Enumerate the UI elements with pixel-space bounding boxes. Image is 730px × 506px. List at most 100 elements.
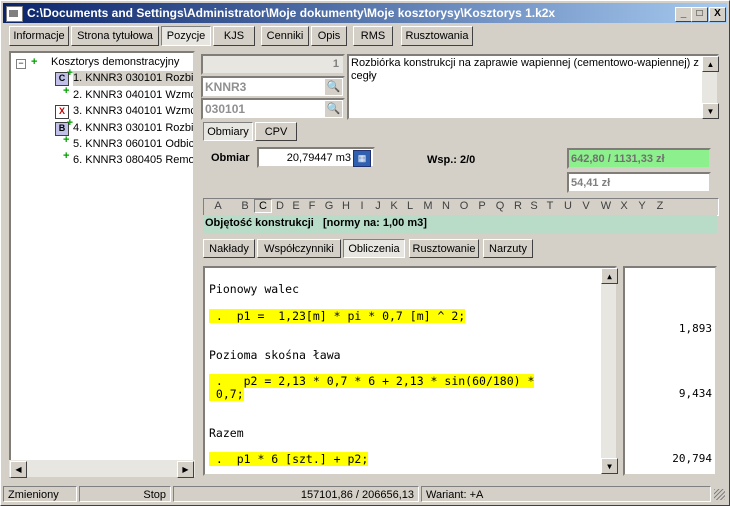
letter-bar: A B C D E F G H I J K L M N O P Q R S T …: [203, 198, 719, 216]
letter-n[interactable]: N: [438, 200, 454, 212]
calc-expression: 0,7;: [209, 387, 244, 401]
collapse-icon[interactable]: −: [16, 59, 26, 69]
letter-x[interactable]: X: [616, 200, 632, 212]
description-scrollbar[interactable]: ▲ ▼: [702, 56, 719, 119]
tab-obmiary[interactable]: Obmiary: [203, 122, 253, 141]
description-field[interactable]: Rozbiórka konstrukcji na zaprawie wapien…: [347, 54, 719, 120]
status-totals: 157101,86 / 206656,13: [173, 486, 419, 502]
minimize-button[interactable]: _: [675, 7, 692, 22]
tree-item-label: 3. KNNR3 040101 Wzmc: [73, 105, 195, 117]
tree-item-label: 4. KNNR3 030101 Rozbió: [73, 122, 195, 134]
tab-cpv[interactable]: CPV: [255, 122, 297, 141]
letter-u[interactable]: U: [560, 200, 576, 212]
calculator-icon[interactable]: ▦: [353, 150, 371, 167]
positions-tree[interactable]: − + Kosztorys demonstracyjny C + 1. KNNR3…: [9, 51, 195, 478]
maximize-button[interactable]: □: [691, 7, 708, 22]
result-value: 20,794: [672, 452, 712, 465]
resize-grip-icon[interactable]: [714, 489, 725, 500]
price-unit-field: 54,41 zł: [567, 172, 711, 193]
tree-horizontal-scrollbar[interactable]: ◀ ▶: [9, 460, 195, 478]
app-icon: [6, 6, 23, 22]
status-action: Stop: [79, 486, 171, 502]
letter-z[interactable]: Z: [652, 200, 668, 212]
letter-r[interactable]: R: [510, 200, 526, 212]
calc-scrollbar[interactable]: ▲ ▼: [601, 268, 618, 474]
tab-informacje[interactable]: Informacje: [9, 26, 69, 46]
letter-g[interactable]: G: [321, 200, 337, 212]
tab-kjs[interactable]: KJS: [213, 26, 255, 46]
code-field[interactable]: 030101 🔍: [201, 98, 345, 120]
tree-item-label: 6. KNNR3 080405 Remo: [73, 154, 195, 166]
letter-e[interactable]: E: [288, 200, 304, 212]
scroll-up-icon[interactable]: ▲: [601, 268, 618, 284]
status-bar: Zmieniony Stop 157101,86 / 206656,13 War…: [3, 486, 727, 503]
letter-q[interactable]: Q: [492, 200, 508, 212]
scroll-down-icon[interactable]: ▼: [601, 458, 618, 474]
letter-k[interactable]: K: [386, 200, 402, 212]
letter-j[interactable]: J: [370, 200, 386, 212]
tree-item-label: 2. KNNR3 040101 Wzmc: [73, 89, 195, 101]
tab-strona-tytulowa[interactable]: Strona tytułowa: [71, 26, 159, 46]
window-title: C:\Documents and Settings\Administrator\…: [27, 6, 556, 20]
close-button[interactable]: X: [709, 7, 726, 22]
scroll-up-icon[interactable]: ▲: [702, 56, 719, 72]
calc-heading: Pozioma skośna ława: [209, 348, 341, 362]
tree-item-label: 1. KNNR3 030101 Rozbió: [73, 71, 193, 86]
tab-rusztowanie[interactable]: Rusztowanie: [409, 239, 479, 258]
position-number-field: 1: [201, 54, 345, 75]
tab-narzuty[interactable]: Narzuty: [483, 239, 533, 258]
tab-rusztowania[interactable]: Rusztowania: [401, 26, 473, 46]
letter-m[interactable]: M: [420, 200, 436, 212]
tab-wspolczynniki[interactable]: Współczynniki: [257, 239, 341, 258]
letter-o[interactable]: O: [456, 200, 472, 212]
letter-i[interactable]: I: [354, 200, 370, 212]
letter-s[interactable]: S: [526, 200, 542, 212]
scroll-right-icon[interactable]: ▶: [177, 461, 194, 478]
tab-cenniki[interactable]: Cenniki: [261, 26, 309, 46]
scroll-left-icon[interactable]: ◀: [10, 461, 27, 478]
letter-b[interactable]: B: [237, 200, 253, 212]
price-total-field: 642,80 / 1131,33 zł: [567, 148, 711, 169]
calc-expression: . p1 = 1,23[m] * pi * 0,7 [m] ^ 2;: [209, 309, 466, 323]
letter-v[interactable]: V: [578, 200, 594, 212]
calc-expression: . p1 * 6 [szt.] + p2;: [209, 452, 369, 466]
calc-expression: . p2 = 2,13 * 0,7 * 6 + 2,13 * sin(60/18…: [209, 374, 535, 388]
tab-rms[interactable]: RMS: [353, 26, 393, 46]
calculation-editor[interactable]: Pionowy walec . p1 = 1,23[m] * pi * 0,7 …: [203, 266, 618, 476]
letter-h[interactable]: H: [338, 200, 354, 212]
scroll-down-icon[interactable]: ▼: [702, 103, 719, 119]
wsp-label: Wsp.: 2/0: [427, 154, 476, 166]
tab-naklady[interactable]: Nakłady: [203, 239, 255, 258]
obmiar-label: Obmiar: [211, 152, 250, 164]
add-icon: +: [63, 150, 70, 162]
add-icon: +: [63, 85, 70, 97]
letter-c[interactable]: C: [254, 199, 272, 213]
letter-d[interactable]: D: [272, 200, 288, 212]
letter-t[interactable]: T: [542, 200, 558, 212]
calc-heading: Pionowy walec: [209, 282, 300, 296]
add-icon: +: [63, 134, 70, 146]
letter-w[interactable]: W: [598, 200, 614, 212]
status-state: Zmieniony: [3, 486, 77, 502]
catalog-field[interactable]: KNNR3 🔍: [201, 76, 345, 98]
result-value: 1,893: [678, 322, 712, 335]
letter-y[interactable]: Y: [634, 200, 650, 212]
letter-p[interactable]: P: [474, 200, 490, 212]
title-bar: C:\Documents and Settings\Administrator\…: [3, 3, 727, 23]
tab-obliczenia[interactable]: Obliczenia: [343, 239, 405, 258]
tree-item-label: 5. KNNR3 060101 Odbic: [73, 138, 195, 150]
letter-f[interactable]: F: [304, 200, 320, 212]
results-panel: 1,893 9,434 20,794: [623, 266, 717, 476]
tab-pozycje[interactable]: Pozycje: [161, 26, 211, 46]
calc-heading: Razem: [209, 426, 244, 440]
status-variant: Wariant: +A: [421, 486, 711, 502]
search-icon[interactable]: 🔍: [325, 79, 342, 95]
letter-l[interactable]: L: [402, 200, 418, 212]
main-window: C:\Documents and Settings\Administrator\…: [0, 0, 730, 506]
obmiar-input[interactable]: 20,79447 m3 ▦: [257, 147, 375, 168]
search-icon[interactable]: 🔍: [325, 101, 342, 117]
letter-a[interactable]: A: [210, 200, 226, 212]
add-icon: +: [31, 56, 38, 68]
volume-header: Objętość konstrukcji [normy na: 1,00 m3]: [203, 215, 717, 234]
tab-opis[interactable]: Opis: [311, 26, 347, 46]
